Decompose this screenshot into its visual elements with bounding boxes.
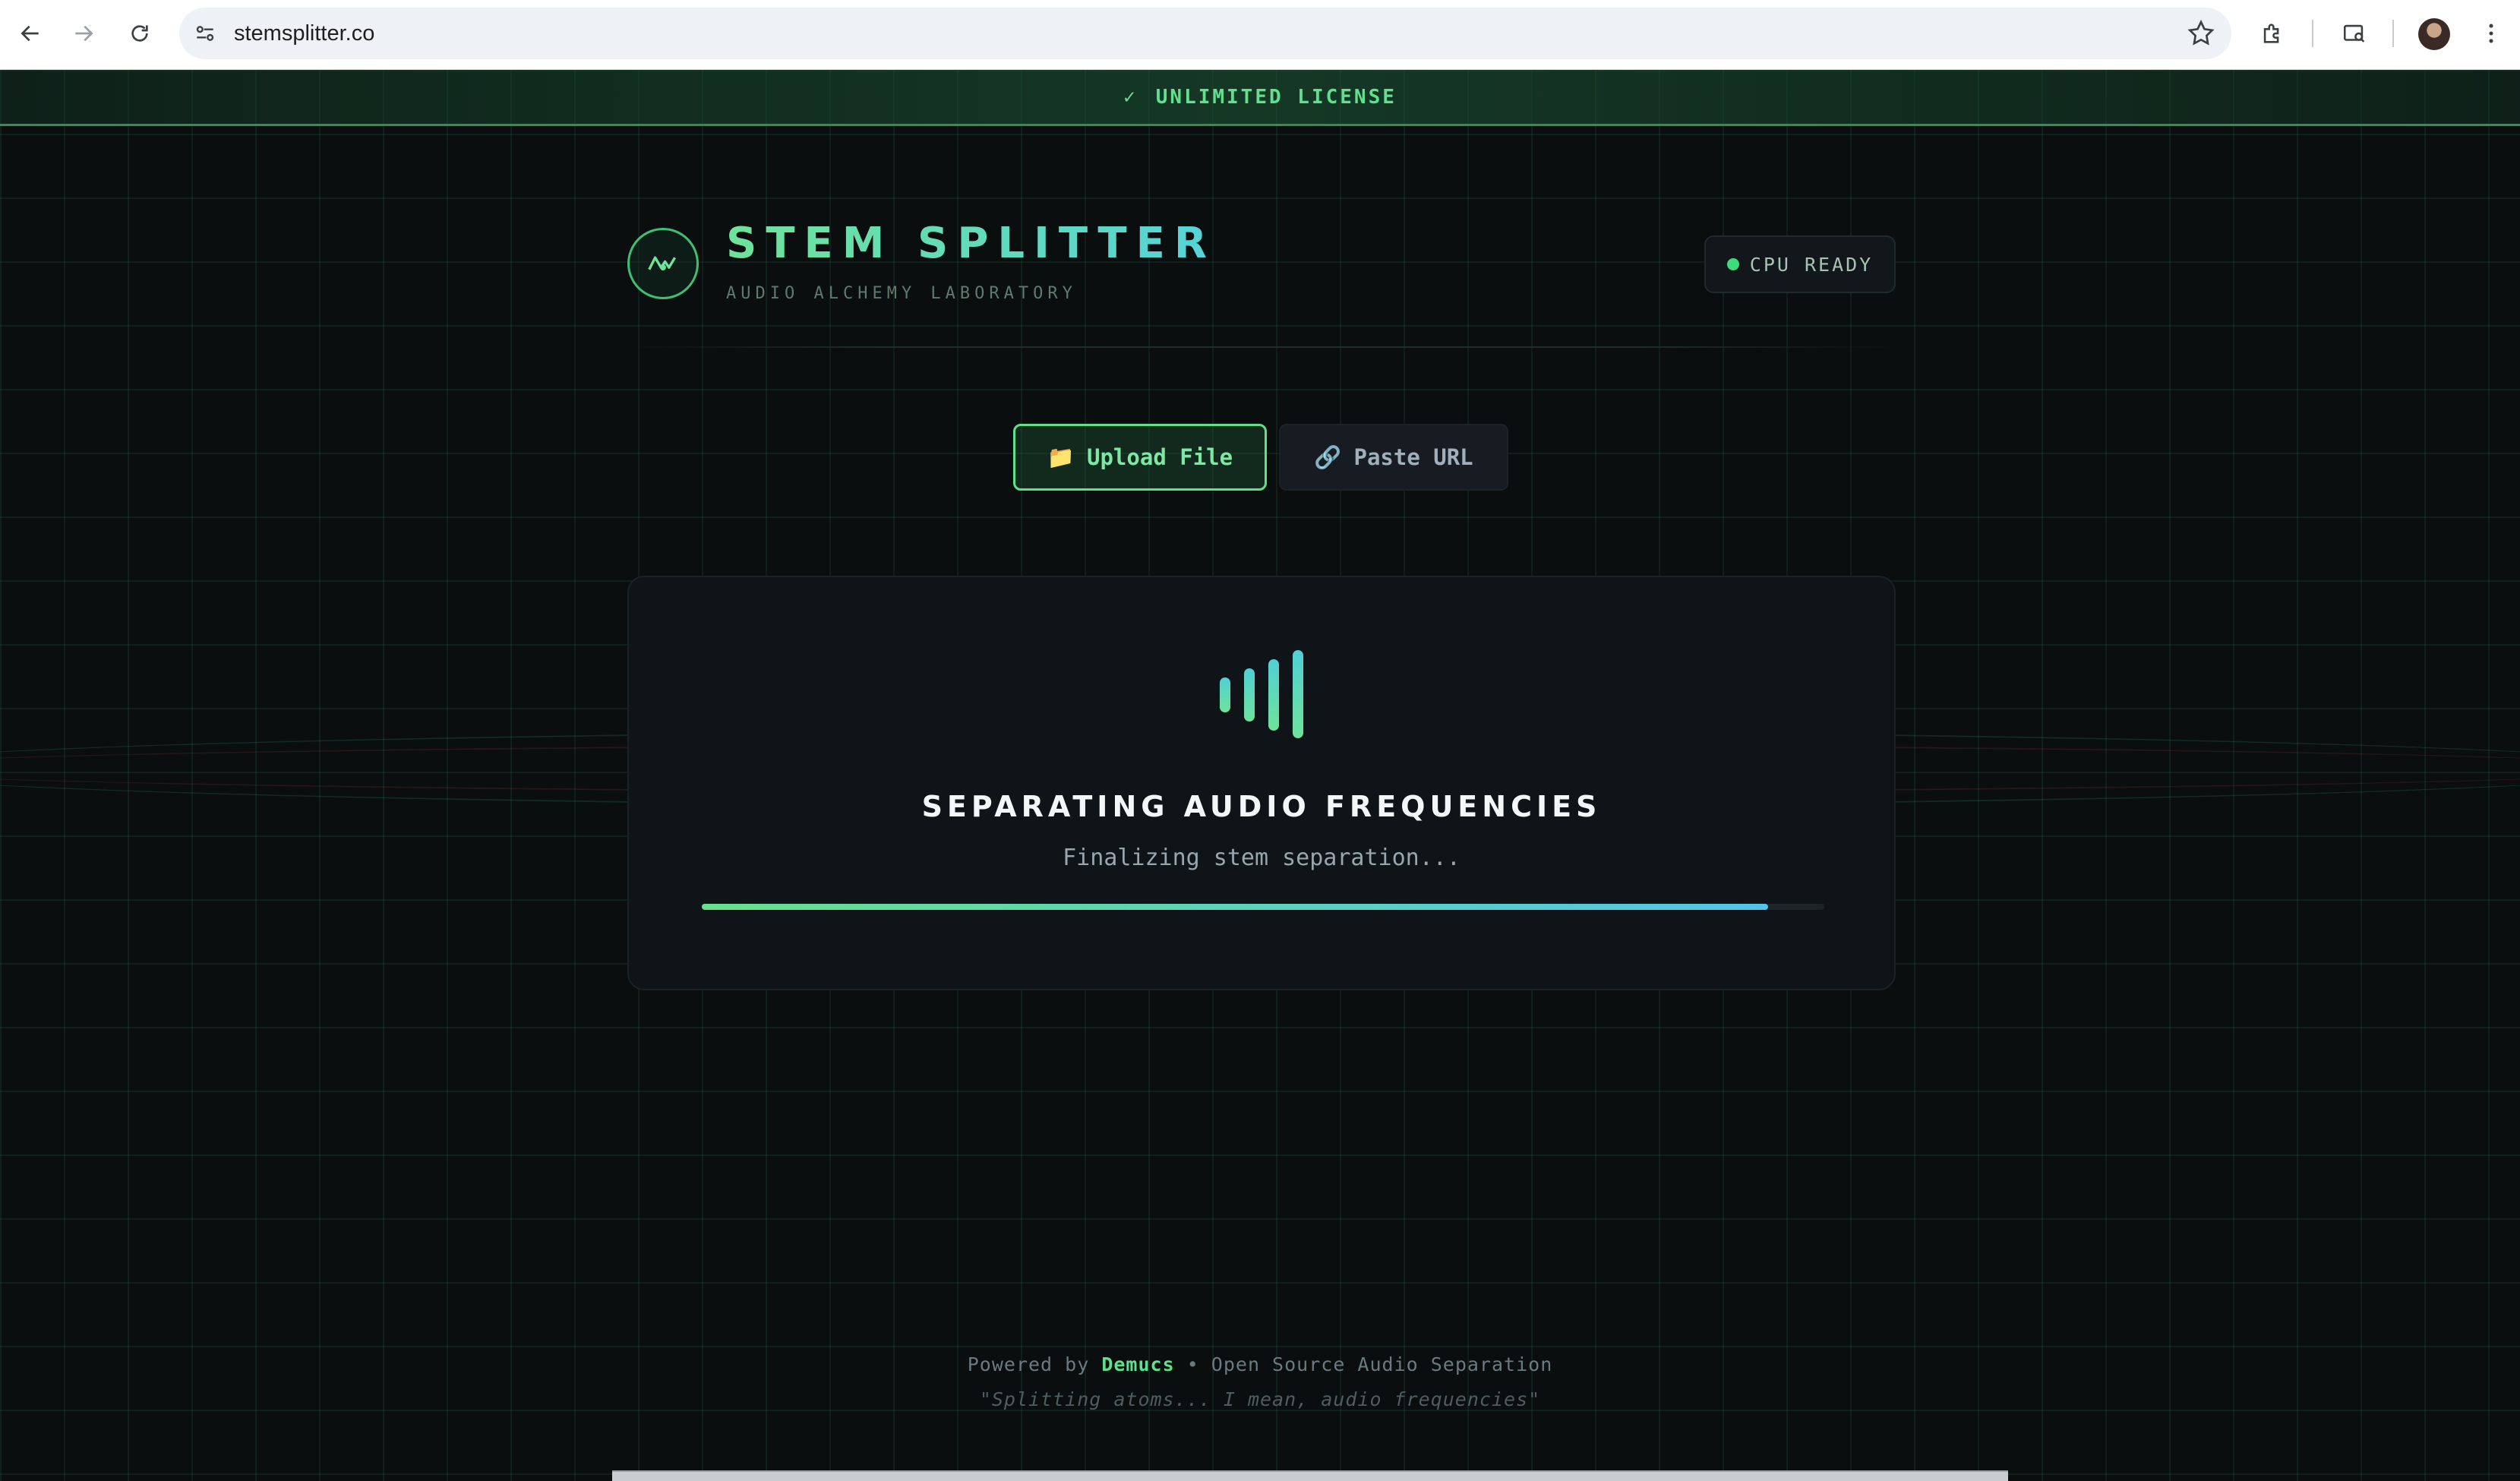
processing-status: Finalizing stem separation...: [1063, 845, 1461, 871]
more-menu-icon[interactable]: [2471, 14, 2511, 53]
profile-avatar[interactable]: [2418, 18, 2450, 50]
upload-file-label: Upload File: [1087, 444, 1233, 470]
cpu-status-text: CPU READY: [1749, 253, 1874, 276]
footer-credits: Powered by Demucs • Open Source Audio Se…: [0, 1353, 2520, 1375]
toolbar-divider: [2392, 20, 2394, 47]
footer-quote: "Splitting atoms... I mean, audio freque…: [979, 1388, 1541, 1410]
powered-prefix: Powered by: [967, 1353, 1090, 1375]
tab-search-icon[interactable]: [2335, 14, 2374, 53]
header-divider: [627, 346, 1896, 348]
license-banner: ✓ UNLIMITED LICENSE: [0, 70, 2520, 126]
status-dot-icon: [1726, 258, 1739, 270]
demucs-link[interactable]: Demucs: [1101, 1353, 1174, 1375]
paste-url-tab[interactable]: 🔗 Paste URL: [1279, 424, 1508, 491]
link-icon: 🔗: [1314, 444, 1342, 470]
url-text[interactable]: stemsplitter.co: [234, 8, 374, 59]
toolbar-divider: [2312, 20, 2313, 47]
audio-bars-icon: [1220, 650, 1303, 738]
powered-suffix: • Open Source Audio Separation: [1186, 1353, 1553, 1375]
cpu-status-badge: CPU READY: [1704, 235, 1896, 293]
upload-file-tab[interactable]: 📁 Upload File: [1013, 424, 1267, 491]
processing-card: SEPARATING AUDIO FREQUENCIES Finalizing …: [627, 576, 1896, 990]
extensions-icon[interactable]: [2253, 14, 2292, 53]
folder-icon: 📁: [1047, 444, 1075, 470]
address-bar[interactable]: stemsplitter.co: [179, 8, 2231, 59]
waveform-logo-icon: [627, 228, 699, 299]
paste-url-label: Paste URL: [1353, 444, 1473, 470]
bottom-overlay-strip: [612, 1470, 2008, 1481]
progress-bar: [702, 904, 1824, 910]
processing-title: SEPARATING AUDIO FREQUENCIES: [921, 790, 1602, 823]
bookmark-star-icon[interactable]: [2186, 18, 2216, 49]
check-icon: ✓: [1123, 85, 1138, 109]
forward-icon[interactable]: [62, 12, 105, 55]
progress-fill: [702, 904, 1769, 910]
browser-chrome: stemsplitter.co: [0, 0, 2520, 70]
app-subtitle: AUDIO ALCHEMY LABORATORY: [726, 284, 1077, 303]
app-title: STEM SPLITTER: [726, 219, 1216, 268]
license-text: UNLIMITED LICENSE: [1155, 85, 1397, 109]
page-content: ✓ UNLIMITED LICENSE STEM SPLITTER AUDIO …: [0, 70, 2520, 1481]
back-icon[interactable]: [9, 12, 52, 55]
site-info-icon[interactable]: [193, 21, 217, 46]
reload-icon[interactable]: [118, 12, 161, 55]
